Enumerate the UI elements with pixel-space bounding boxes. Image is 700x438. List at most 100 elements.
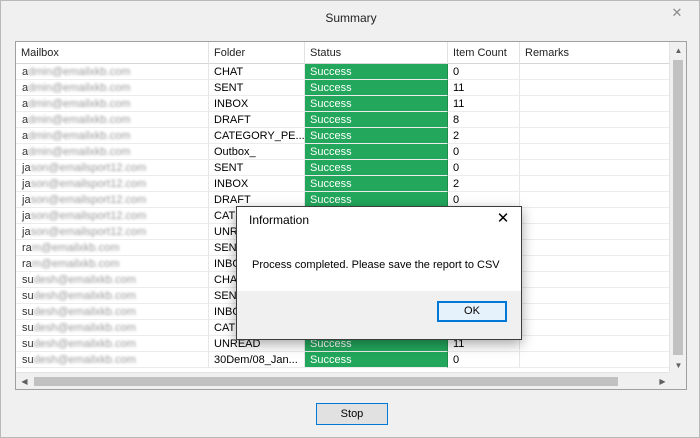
folder-cell: DRAFT <box>209 112 305 128</box>
status-cell: Success <box>305 352 448 368</box>
folder-cell: SENT <box>209 160 305 176</box>
table-row[interactable]: admin@emailxkb.com INBOX Success 11 <box>16 96 671 112</box>
mailbox-address-blurred: dmin@emailxkb.com <box>28 146 131 158</box>
remarks-cell <box>520 336 671 352</box>
scroll-left-icon[interactable]: ◀ <box>16 373 33 389</box>
mailbox-initial: ja <box>22 210 31 222</box>
remarks-cell <box>520 80 671 96</box>
item-count-cell: 2 <box>448 176 520 192</box>
mailbox-initial: su <box>22 322 34 334</box>
ok-button[interactable]: OK <box>437 301 507 322</box>
folder-cell: 30Dem/08_Jan... <box>209 352 305 368</box>
mailbox-initial: ja <box>22 162 31 174</box>
horizontal-scrollbar[interactable]: ◀ ▶ <box>16 372 671 389</box>
dialog-close-icon[interactable]: ✕ <box>493 209 513 229</box>
mailbox-address-blurred: m@emailxkb.com <box>31 242 120 254</box>
mailbox-cell: jason@emailsport12.com <box>16 224 209 240</box>
mailbox-cell: jason@emailsport12.com <box>16 208 209 224</box>
mailbox-initial: su <box>22 290 34 302</box>
remarks-cell <box>520 64 671 80</box>
scroll-up-icon[interactable]: ▲ <box>670 42 686 59</box>
status-cell: Success <box>305 160 448 176</box>
mailbox-address-blurred: desh@emailxkb.com <box>33 354 136 366</box>
stop-button[interactable]: Stop <box>316 403 388 425</box>
status-cell: Success <box>305 80 448 96</box>
mailbox-address-blurred: desh@emailxkb.com <box>33 306 136 318</box>
mailbox-cell: admin@emailxkb.com <box>16 144 209 160</box>
remarks-cell <box>520 288 671 304</box>
mailbox-address-blurred: son@emailsport12.com <box>30 162 147 174</box>
remarks-cell <box>520 96 671 112</box>
mailbox-cell: jason@emailsport12.com <box>16 176 209 192</box>
mailbox-initial: su <box>22 354 34 366</box>
column-header-remarks[interactable]: Remarks <box>520 42 671 64</box>
mailbox-cell: admin@emailxkb.com <box>16 128 209 144</box>
table-row[interactable]: admin@emailxkb.com CATEGORY_PE... Success 2 <box>16 128 671 144</box>
mailbox-initial: su <box>22 274 34 286</box>
window-title: Summary <box>325 11 377 25</box>
horizontal-scroll-thumb[interactable] <box>34 377 618 386</box>
table-row[interactable]: admin@emailxkb.com Outbox_ Success 0 <box>16 144 671 160</box>
remarks-cell <box>520 304 671 320</box>
folder-cell: INBOX <box>209 176 305 192</box>
mailbox-initial: ra <box>22 258 32 270</box>
mailbox-cell: sudesh@emailxkb.com <box>16 288 209 304</box>
table-row[interactable]: jason@emailsport12.com INBOX Success 2 <box>16 176 671 192</box>
status-cell: Success <box>305 176 448 192</box>
item-count-cell: 0 <box>448 64 520 80</box>
mailbox-cell: sudesh@emailxkb.com <box>16 304 209 320</box>
column-header-folder[interactable]: Folder <box>209 42 305 64</box>
table-row[interactable]: admin@emailxkb.com CHAT Success 0 <box>16 64 671 80</box>
mailbox-cell: sudesh@emailxkb.com <box>16 320 209 336</box>
vertical-scroll-thumb[interactable] <box>673 60 683 355</box>
remarks-cell <box>520 128 671 144</box>
remarks-cell <box>520 176 671 192</box>
remarks-cell <box>520 352 671 368</box>
remarks-cell <box>520 160 671 176</box>
mailbox-address-blurred: dmin@emailxkb.com <box>28 82 131 94</box>
remarks-cell <box>520 240 671 256</box>
remarks-cell <box>520 192 671 208</box>
mailbox-initial: ja <box>22 194 31 206</box>
table-row[interactable]: admin@emailxkb.com SENT Success 11 <box>16 80 671 96</box>
mailbox-initial: ja <box>22 226 31 238</box>
column-header-status[interactable]: Status <box>305 42 448 64</box>
mailbox-initial: ja <box>22 178 31 190</box>
remarks-cell <box>520 112 671 128</box>
item-count-cell: 0 <box>448 352 520 368</box>
dialog-message: Process completed. Please save the repor… <box>252 259 500 271</box>
status-cell: Success <box>305 96 448 112</box>
table-row[interactable]: jason@emailsport12.com SENT Success 0 <box>16 160 671 176</box>
folder-cell: CATEGORY_PE... <box>209 128 305 144</box>
mailbox-cell: admin@emailxkb.com <box>16 96 209 112</box>
item-count-cell: 0 <box>448 144 520 160</box>
vertical-scrollbar[interactable]: ▲ ▼ <box>669 42 686 374</box>
mailbox-address-blurred: son@emailsport12.com <box>30 210 147 222</box>
mailbox-address-blurred: dmin@emailxkb.com <box>28 114 131 126</box>
mailbox-address-blurred: desh@emailxkb.com <box>33 274 136 286</box>
mailbox-address-blurred: son@emailsport12.com <box>30 178 147 190</box>
mailbox-address-blurred: dmin@emailxkb.com <box>28 66 131 78</box>
column-header-item-count[interactable]: Item Count <box>448 42 520 64</box>
folder-cell: SENT <box>209 80 305 96</box>
column-header-mailbox[interactable]: Mailbox <box>16 42 209 64</box>
item-count-cell: 11 <box>448 80 520 96</box>
dialog-title: Information <box>249 213 310 227</box>
status-cell: Success <box>305 144 448 160</box>
item-count-cell: 2 <box>448 128 520 144</box>
mailbox-cell: ram@emailxkb.com <box>16 256 209 272</box>
table-row[interactable]: admin@emailxkb.com DRAFT Success 8 <box>16 112 671 128</box>
mailbox-address-blurred: dmin@emailxkb.com <box>28 130 131 142</box>
remarks-cell <box>520 208 671 224</box>
window-close-icon[interactable]: ✕ <box>667 3 687 23</box>
table-row[interactable]: sudesh@emailxkb.com 30Dem/08_Jan... Succes… <box>16 352 671 368</box>
status-cell: Success <box>305 112 448 128</box>
mailbox-cell: ram@emailxkb.com <box>16 240 209 256</box>
mailbox-cell: sudesh@emailxkb.com <box>16 352 209 368</box>
mailbox-address-blurred: desh@emailxkb.com <box>33 290 136 302</box>
mailbox-cell: sudesh@emailxkb.com <box>16 272 209 288</box>
remarks-cell <box>520 320 671 336</box>
folder-cell: Outbox_ <box>209 144 305 160</box>
mailbox-address-blurred: son@emailsport12.com <box>30 194 147 206</box>
status-cell: Success <box>305 64 448 80</box>
